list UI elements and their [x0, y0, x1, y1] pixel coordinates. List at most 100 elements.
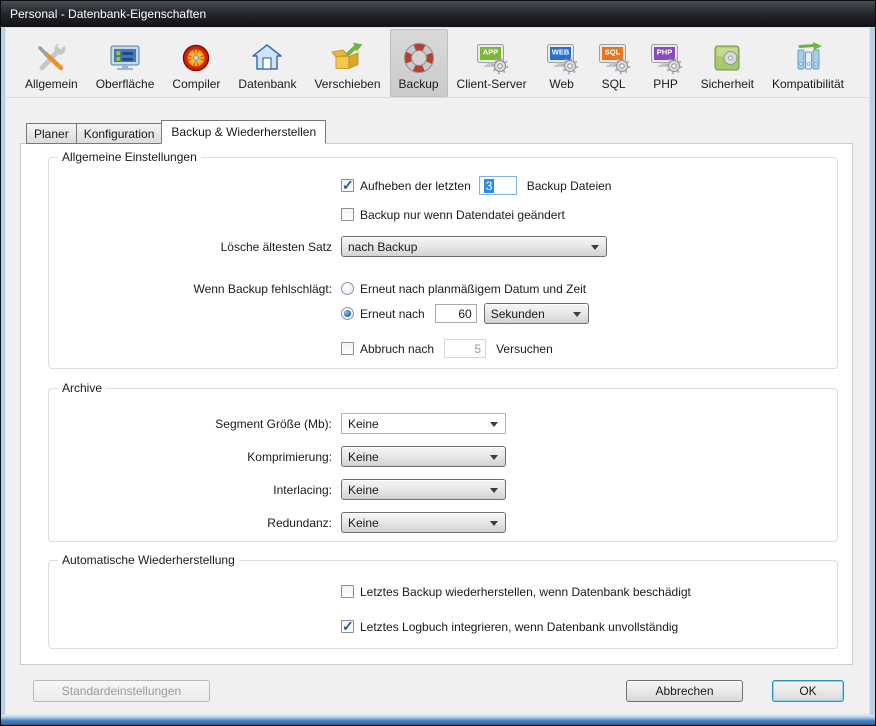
interlacing-label: Interlacing:: [49, 483, 337, 497]
only-if-changed-checkbox[interactable]: [341, 208, 354, 221]
compression-dropdown[interactable]: Keine: [341, 446, 506, 467]
chevron-down-icon: [591, 245, 599, 250]
abort-attempts-input[interactable]: 5: [444, 339, 486, 358]
toolbar-item-php[interactable]: PHP PHP: [640, 29, 692, 97]
tab-strip: Planer Konfiguration Backup & Wiederhers…: [26, 120, 869, 144]
segment-size-dropdown[interactable]: Keine: [341, 413, 506, 434]
toolbar-item-label: Allgemein: [25, 77, 78, 91]
category-toolbar: Allgemein Oberfläche: [6, 28, 869, 98]
toolbar-item-oberflaeche[interactable]: Oberfläche: [87, 29, 164, 97]
integrate-log-label: Letztes Logbuch integrieren, wenn Datenb…: [360, 620, 678, 634]
segment-size-row: Segment Größe (Mb): Keine: [49, 413, 837, 434]
box-arrow-icon: [330, 41, 364, 75]
retry-seconds-input[interactable]: 60: [435, 304, 477, 323]
toolbar-item-label: PHP: [653, 77, 678, 91]
retry-unit-dropdown[interactable]: Sekunden: [484, 303, 589, 324]
abort-checkbox[interactable]: [341, 342, 354, 355]
ok-button[interactable]: OK: [772, 680, 844, 702]
toolbar-item-datenbank[interactable]: Datenbank: [229, 29, 305, 97]
defaults-button[interactable]: Standardeinstellungen: [33, 680, 210, 702]
group-auto-recovery: Automatische Wiederherstellung Letztes B…: [48, 560, 838, 649]
group-title: Allgemeine Einstellungen: [58, 150, 201, 164]
integrate-log-checkbox[interactable]: [341, 620, 354, 633]
toolbar-item-sql[interactable]: SQL SQL: [588, 29, 640, 97]
delete-oldest-row: Lösche ältesten Satz nach Backup: [49, 236, 837, 257]
segment-size-value: Keine: [348, 417, 379, 431]
restore-backup-row: Letztes Backup wiederherstellen, wenn Da…: [49, 582, 837, 601]
redundancy-dropdown[interactable]: Keine: [341, 512, 506, 533]
tab-label: Backup & Wiederherstellen: [171, 125, 316, 139]
chevron-down-icon: [490, 488, 498, 493]
toolbar-item-label: Sicherheit: [701, 77, 754, 91]
titlebar[interactable]: Personal - Datenbank-Eigenschaften: [1, 1, 875, 27]
window-title: Personal - Datenbank-Eigenschaften: [10, 7, 206, 21]
retry-after-radio[interactable]: [341, 307, 354, 320]
app-monitor-gear-icon: APP: [475, 41, 509, 75]
defaults-button-label: Standardeinstellungen: [62, 684, 181, 698]
keep-count-input[interactable]: 3: [479, 176, 517, 195]
delete-oldest-value: nach Backup: [348, 240, 417, 254]
restore-backup-checkbox[interactable]: [341, 585, 354, 598]
php-monitor-gear-icon: PHP: [649, 41, 683, 75]
toolbar-item-label: SQL: [602, 77, 626, 91]
group-title: Automatische Wiederherstellung: [58, 553, 239, 567]
toolbar-item-web[interactable]: WEB Web: [536, 29, 588, 97]
window-bottom-frame: [1, 715, 875, 725]
toolbar-item-label: Datenbank: [238, 77, 296, 91]
restore-backup-label: Letztes Backup wiederherstellen, wenn Da…: [360, 585, 691, 599]
web-monitor-gear-icon: WEB: [545, 41, 579, 75]
redundancy-label: Redundanz:: [49, 516, 337, 530]
keep-count-value: 3: [484, 179, 495, 193]
abort-attempts-value: 5: [474, 342, 481, 356]
interlacing-dropdown[interactable]: Keine: [341, 479, 506, 500]
compression-label: Komprimierung:: [49, 450, 337, 464]
toolbar-item-allgemein[interactable]: Allgemein: [16, 29, 87, 97]
lifering-icon: [402, 41, 436, 75]
svg-text:WEB: WEB: [551, 48, 569, 57]
toolbar-item-sicherheit[interactable]: Sicherheit: [692, 29, 763, 97]
toolbar-item-backup[interactable]: Backup: [390, 29, 448, 97]
only-if-changed-row: Backup nur wenn Datendatei geändert: [49, 205, 837, 224]
safe-cd-icon: [710, 41, 744, 75]
retry-scheduled-radio[interactable]: [341, 282, 354, 295]
chevron-down-icon: [490, 521, 498, 526]
interlacing-row: Interlacing: Keine: [49, 479, 837, 500]
keep-last-suffix-label: Backup Dateien: [527, 179, 612, 193]
tools-icon: [34, 41, 68, 75]
abort-suffix-label: Versuchen: [496, 342, 553, 356]
chevron-down-icon: [490, 455, 498, 460]
tab-konfiguration[interactable]: Konfiguration: [76, 123, 163, 144]
retry-unit-value: Sekunden: [491, 307, 545, 321]
toolbar-item-label: Verschieben: [314, 77, 380, 91]
on-fail-label: Wenn Backup fehlschlägt:: [49, 282, 337, 296]
dialog-body: Allgemein Oberfläche: [5, 27, 870, 715]
tab-backup-wiederherstellen[interactable]: Backup & Wiederherstellen: [161, 120, 326, 144]
delete-oldest-dropdown[interactable]: nach Backup: [341, 236, 607, 257]
retry-scheduled-label: Erneut nach planmäßigem Datum und Zeit: [360, 282, 586, 296]
segment-size-label: Segment Größe (Mb):: [49, 417, 337, 431]
tab-planer[interactable]: Planer: [26, 123, 77, 144]
toolbar-item-label: Compiler: [172, 77, 220, 91]
toolbar-item-label: Backup: [399, 77, 439, 91]
svg-text:APP: APP: [482, 48, 497, 57]
dialog-window: Personal - Datenbank-Eigenschaften Allge…: [0, 0, 876, 726]
cancel-button[interactable]: Abbrechen: [626, 680, 743, 702]
toolbar-item-kompatibilitaet[interactable]: Kompatibilität: [763, 29, 853, 97]
toolbar-item-client-server[interactable]: APP Client-Server: [448, 29, 536, 97]
delete-oldest-label: Lösche ältesten Satz: [49, 240, 337, 254]
toolbar-item-compiler[interactable]: Compiler: [163, 29, 229, 97]
redundancy-row: Redundanz: Keine: [49, 512, 837, 533]
integrate-log-row: Letztes Logbuch integrieren, wenn Datenb…: [49, 617, 837, 636]
toolbar-item-verschieben[interactable]: Verschieben: [305, 29, 389, 97]
tab-panel: Allgemeine Einstellungen Aufheben der le…: [20, 143, 853, 665]
compression-value: Keine: [348, 450, 379, 464]
group-general-settings: Allgemeine Einstellungen Aufheben der le…: [48, 157, 838, 369]
toolbar-item-label: Client-Server: [457, 77, 527, 91]
compression-row: Komprimierung: Keine: [49, 446, 837, 467]
svg-text:PHP: PHP: [656, 48, 671, 57]
keep-last-checkbox[interactable]: [341, 179, 354, 192]
footer-button-bar: Standardeinstellungen Abbrechen OK: [33, 680, 844, 702]
chevron-down-icon: [573, 312, 581, 317]
sql-monitor-gear-icon: SQL: [597, 41, 631, 75]
tab-label: Konfiguration: [84, 127, 155, 141]
